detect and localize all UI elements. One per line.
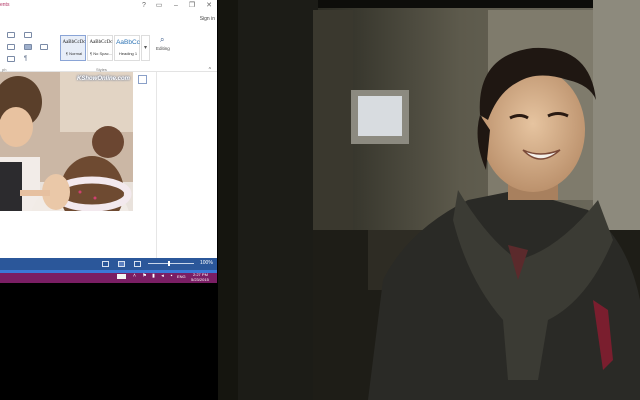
style-normal-name: ¶ Normal — [65, 51, 83, 56]
style-heading-1-sample: AaBbCc — [116, 39, 140, 46]
flag-icon[interactable]: ⚑ — [142, 274, 147, 279]
sort-icon[interactable] — [7, 56, 15, 62]
show-hidden-icons-icon[interactable]: ˄ — [132, 274, 137, 279]
layout-options-icon[interactable] — [138, 75, 147, 84]
style-normal[interactable]: AaBbCcDc ¶ Normal — [60, 35, 86, 61]
style-no-spacing[interactable]: AaBbCcDc ¶ No Spac... — [87, 35, 113, 61]
document-image[interactable]: KShowOnline.com — [0, 72, 133, 211]
binoculars-icon[interactable]: ⌕ — [160, 35, 169, 44]
zoom-slider[interactable] — [148, 261, 194, 266]
taskbar: ˄ ⚑ ▮ ◂ ▪ ENG 2:27 PM 5/23/2015 — [0, 270, 217, 283]
vertical-scrollbar[interactable] — [156, 72, 157, 258]
print-layout-icon[interactable] — [118, 261, 125, 267]
taskbar-app-strip[interactable] — [0, 270, 217, 273]
minimize-icon[interactable]: – — [172, 2, 180, 10]
zoom-level[interactable]: 100% — [200, 260, 213, 266]
battery-icon[interactable]: ▪ — [169, 274, 174, 279]
title-bar: ents ? ▭ – ❐ ✕ — [0, 0, 217, 13]
align-icon[interactable] — [7, 44, 15, 50]
help-icon[interactable]: ? — [140, 2, 148, 10]
line-spacing-icon[interactable] — [40, 44, 48, 50]
style-no-spacing-name: ¶ No Spac... — [90, 51, 112, 56]
clock-date[interactable]: 5/23/2015 — [191, 277, 209, 282]
style-heading-1[interactable]: AaBbCc Heading 1 — [114, 35, 140, 61]
video-still-image — [218, 0, 640, 400]
web-layout-icon[interactable] — [134, 261, 141, 267]
read-mode-icon[interactable] — [102, 261, 109, 267]
drama-still-image — [0, 72, 133, 211]
style-normal-sample: AaBbCcDc — [62, 40, 86, 45]
style-no-spacing-sample: AaBbCcDc — [89, 40, 113, 45]
keyboard-icon[interactable] — [117, 274, 126, 279]
word-window: ents ? ▭ – ❐ ✕ Sign in ¶ AaBbCcDc ¶ Norm… — [0, 0, 217, 270]
restore-icon[interactable]: ❐ — [188, 2, 196, 10]
window-title: ents — [0, 2, 10, 8]
document-canvas[interactable]: KShowOnline.com — [0, 72, 217, 258]
status-bar: 100% — [0, 258, 217, 270]
list-icon[interactable] — [24, 32, 32, 38]
editing-button[interactable]: Editing — [156, 46, 170, 51]
indent-icon[interactable] — [7, 32, 15, 38]
sign-in-link[interactable]: Sign in — [200, 16, 215, 22]
network-icon[interactable]: ▮ — [151, 274, 156, 279]
ribbon: ¶ AaBbCcDc ¶ Normal AaBbCcDc ¶ No Spac..… — [0, 26, 217, 73]
language-indicator[interactable]: ENG — [177, 274, 186, 279]
video-frame[interactable] — [218, 0, 640, 400]
zoom-slider-thumb[interactable] — [168, 261, 170, 266]
style-heading-1-name: Heading 1 — [118, 51, 138, 56]
ribbon-display-icon[interactable]: ▭ — [155, 2, 163, 10]
image-watermark: KShowOnline.com — [76, 76, 130, 82]
screen: ents ? ▭ – ❐ ✕ Sign in ¶ AaBbCcDc ¶ Norm… — [0, 0, 640, 400]
volume-icon[interactable]: ◂ — [160, 274, 165, 279]
justify-icon[interactable] — [24, 44, 32, 50]
pilcrow-icon[interactable]: ¶ — [24, 56, 32, 62]
close-icon[interactable]: ✕ — [205, 2, 213, 10]
styles-more-button[interactable]: ▾ — [141, 35, 150, 61]
